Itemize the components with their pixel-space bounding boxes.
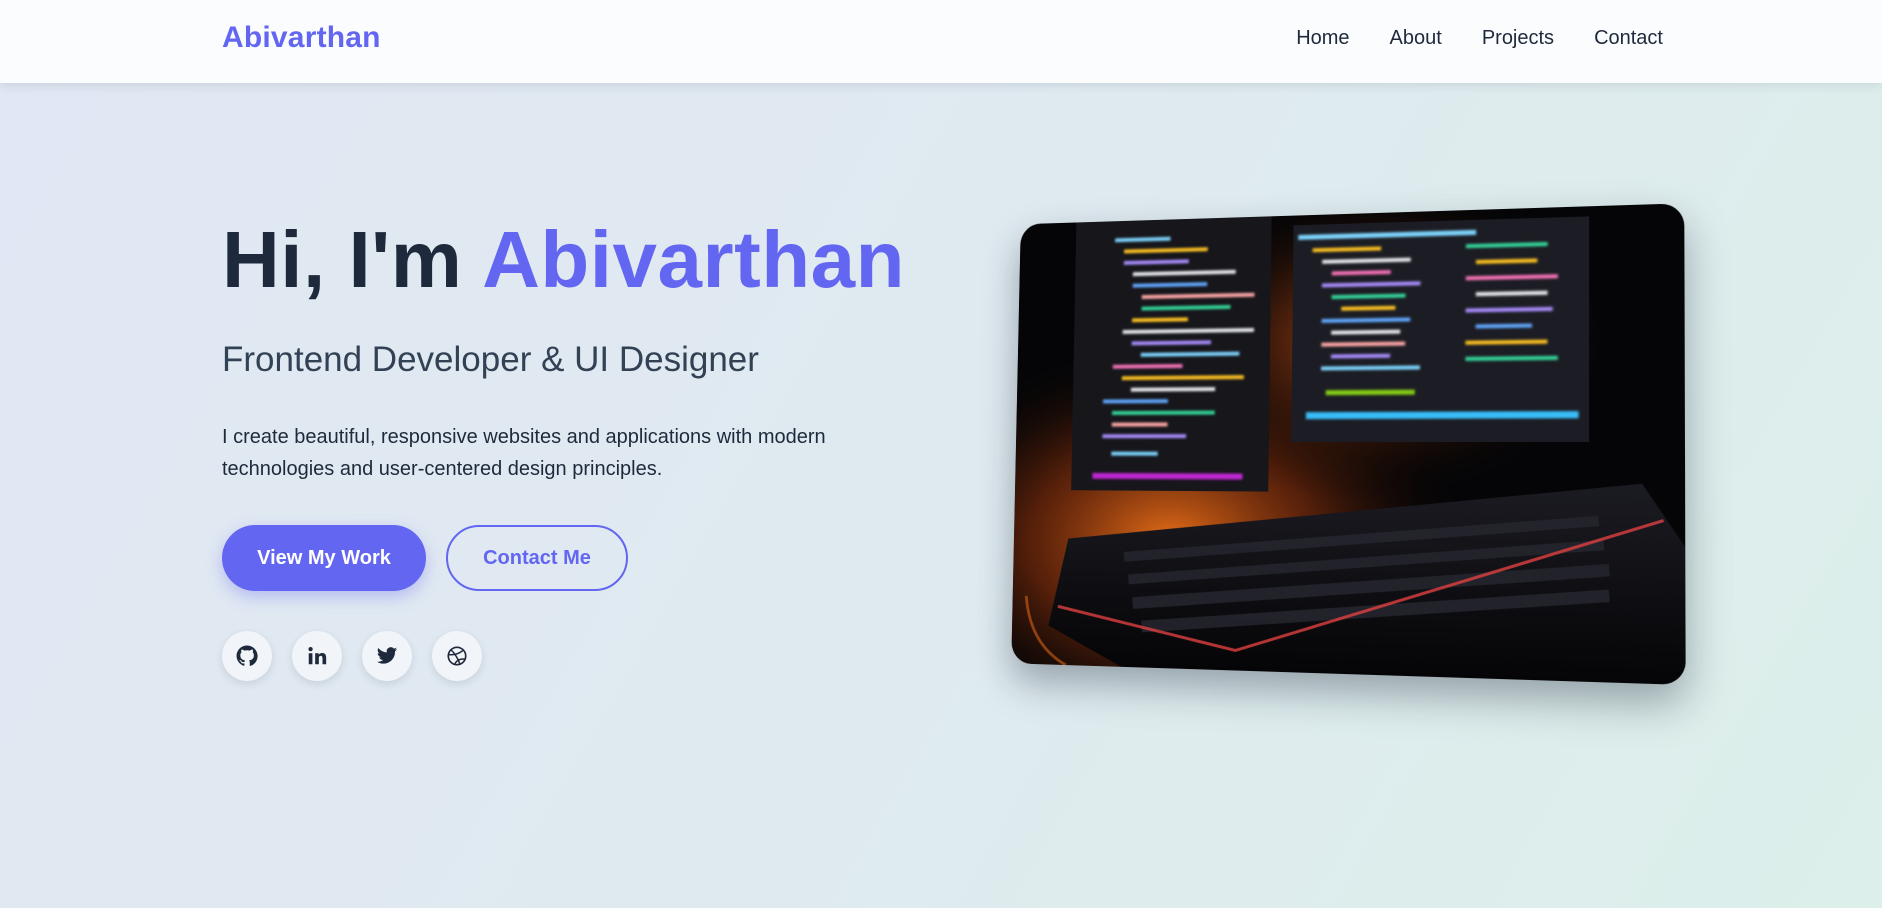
hero-greeting: Hi, I'm xyxy=(222,215,463,304)
github-icon xyxy=(236,645,258,666)
linkedin-link[interactable] xyxy=(292,631,342,681)
contact-me-button[interactable]: Contact Me xyxy=(446,525,628,591)
linkedin-icon xyxy=(308,647,327,665)
hero-name: Abivarthan xyxy=(482,215,905,304)
hero-title: Hi, I'm Abivarthan xyxy=(222,214,905,306)
nav-link-home[interactable]: Home xyxy=(1296,27,1349,50)
view-my-work-button[interactable]: View My Work xyxy=(222,525,426,591)
nav-link-about[interactable]: About xyxy=(1390,27,1442,50)
hero-description: I create beautiful, responsive websites … xyxy=(222,426,826,480)
navbar: Abivarthan Home About Projects Contact xyxy=(0,0,1882,83)
workspace-photo-image xyxy=(1011,203,1686,685)
dribbble-icon xyxy=(447,646,467,666)
dribbble-link[interactable] xyxy=(432,631,482,681)
github-link[interactable] xyxy=(222,631,272,681)
nav-link-projects[interactable]: Projects xyxy=(1482,27,1554,50)
hero-subtitle: Frontend Developer & UI Designer xyxy=(222,340,759,379)
twitter-link[interactable] xyxy=(362,631,412,681)
social-links xyxy=(222,631,482,681)
twitter-icon xyxy=(376,647,398,664)
nav-links: Home About Projects Contact xyxy=(1296,27,1663,50)
hero-image xyxy=(1011,203,1686,685)
logo[interactable]: Abivarthan xyxy=(222,21,381,55)
nav-link-contact[interactable]: Contact xyxy=(1594,27,1663,50)
